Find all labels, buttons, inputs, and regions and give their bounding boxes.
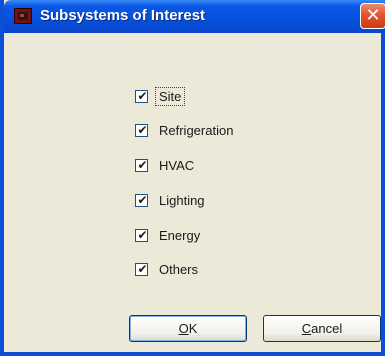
ok-accel: O	[178, 321, 189, 336]
ok-label: K	[188, 321, 198, 336]
close-button[interactable]: ✕	[360, 3, 385, 29]
option-others[interactable]: ✔ Others	[135, 259, 201, 279]
checkmark-icon: ✔	[137, 192, 148, 207]
option-energy[interactable]: ✔ Energy	[135, 225, 203, 245]
option-refrigeration[interactable]: ✔ Refrigeration	[135, 120, 236, 140]
refrigeration-label: Refrigeration	[159, 122, 234, 138]
ok-button[interactable]: OK	[129, 315, 247, 342]
hvac-checkbox[interactable]: ✔	[135, 157, 148, 172]
option-hvac[interactable]: ✔ HVAC	[135, 155, 197, 175]
energy-checkbox[interactable]: ✔	[135, 227, 148, 242]
checkmark-icon: ✔	[137, 122, 148, 137]
energy-label: Energy	[159, 227, 201, 243]
checkmark-icon: ✔	[137, 88, 148, 103]
hvac-label: HVAC	[159, 157, 195, 173]
dialog-window: Subsystems of Interest ✕ ✔ Site ✔ Refrig…	[0, 0, 385, 356]
dialog-title: Subsystems of Interest	[40, 7, 206, 24]
others-checkbox[interactable]: ✔	[135, 261, 148, 276]
refrigeration-checkbox[interactable]: ✔	[135, 122, 148, 137]
option-lighting[interactable]: ✔ Lighting	[135, 190, 208, 210]
checkmark-icon: ✔	[137, 157, 148, 172]
site-label: Site	[154, 86, 186, 106]
site-checkbox[interactable]: ✔	[135, 88, 148, 103]
checkmark-icon: ✔	[137, 227, 148, 242]
checkmark-icon: ✔	[137, 261, 148, 276]
cancel-label: ancel	[311, 321, 343, 336]
option-site[interactable]: ✔ Site	[135, 86, 186, 106]
cancel-accel: C	[301, 321, 312, 336]
lighting-label: Lighting	[159, 192, 205, 208]
cancel-button[interactable]: Cancel	[263, 315, 381, 342]
lighting-checkbox[interactable]: ✔	[135, 192, 148, 207]
app-icon	[14, 8, 32, 24]
title-bar[interactable]: Subsystems of Interest ✕	[4, 0, 385, 33]
others-label: Others	[159, 261, 199, 277]
